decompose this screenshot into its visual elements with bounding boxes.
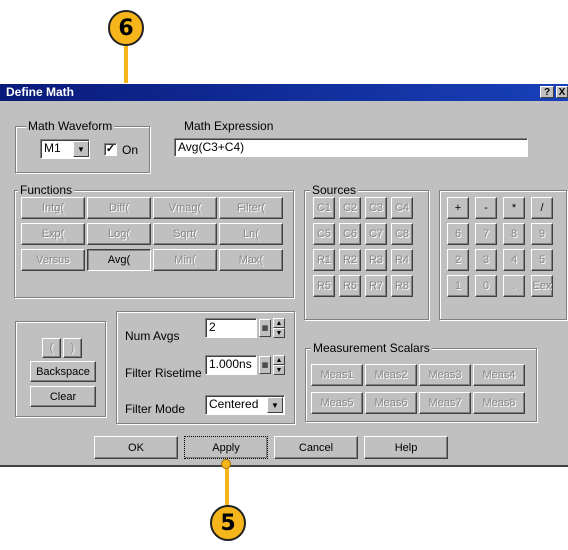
close-button[interactable]: X bbox=[556, 86, 568, 98]
function-intg-button[interactable]: Intg( bbox=[21, 197, 85, 219]
function-max-button[interactable]: Max( bbox=[219, 249, 283, 271]
meas-meas7-button[interactable]: Meas7 bbox=[419, 392, 471, 414]
filter-risetime-keypad-icon[interactable]: ▦ bbox=[259, 356, 271, 374]
function-sqrt-button[interactable]: Sqrt( bbox=[153, 223, 217, 245]
dialog-titlebar: Define Math bbox=[0, 84, 568, 101]
meas-meas4-button[interactable]: Meas4 bbox=[473, 364, 525, 386]
source-r8-button[interactable]: R8 bbox=[391, 275, 413, 297]
source-c2-button[interactable]: C2 bbox=[339, 197, 361, 219]
on-checkbox[interactable]: ✓ bbox=[104, 143, 117, 156]
meas-meas1-button[interactable]: Meas1 bbox=[311, 364, 363, 386]
source-r3-button[interactable]: R3 bbox=[365, 249, 387, 271]
source-r7-button[interactable]: R7 bbox=[365, 275, 387, 297]
meas-meas2-button[interactable]: Meas2 bbox=[365, 364, 417, 386]
meas-meas8-button[interactable]: Meas8 bbox=[473, 392, 525, 414]
close-paren-button[interactable]: ) bbox=[63, 338, 82, 358]
num-avgs-down-arrow[interactable]: ▼ bbox=[273, 328, 285, 338]
filter-risetime-label: Filter Risetime bbox=[125, 366, 202, 380]
function-avg-button[interactable]: Avg( bbox=[87, 249, 151, 271]
key-9-button[interactable]: 9 bbox=[531, 223, 553, 245]
define-math-dialog: Define Math ? X Math Waveform M1 ▼ ✓ On … bbox=[0, 83, 568, 467]
dialog-title: Define Math bbox=[6, 85, 75, 99]
callout-5-dot bbox=[221, 459, 231, 469]
filter-mode-label: Filter Mode bbox=[125, 402, 186, 416]
source-r2-button[interactable]: R2 bbox=[339, 249, 361, 271]
measurement-scalars-label: Measurement Scalars bbox=[311, 341, 432, 355]
math-expression-input[interactable]: Avg(C3+C4) bbox=[174, 138, 528, 157]
math-expression-label: Math Expression bbox=[184, 119, 274, 133]
meas-meas6-button[interactable]: Meas6 bbox=[365, 392, 417, 414]
on-label: On bbox=[122, 143, 139, 157]
sources-label: Sources bbox=[310, 183, 359, 197]
callout-5: 5 bbox=[210, 505, 246, 541]
filter-risetime-input[interactable]: 1.000ns bbox=[205, 355, 257, 375]
source-c4-button[interactable]: C4 bbox=[391, 197, 413, 219]
key-2-button[interactable]: 2 bbox=[447, 249, 469, 271]
function-exp-button[interactable]: Exp( bbox=[21, 223, 85, 245]
function-versus-button[interactable]: Versus bbox=[21, 249, 85, 271]
source-c5-button[interactable]: C5 bbox=[313, 223, 335, 245]
key-7-button[interactable]: 7 bbox=[475, 223, 497, 245]
functions-label: Functions bbox=[18, 183, 75, 197]
source-c3-button[interactable]: C3 bbox=[365, 197, 387, 219]
callout-6: 6 bbox=[108, 10, 144, 46]
filter-mode-dropdown-arrow[interactable]: ▼ bbox=[267, 397, 283, 413]
filter-risetime-up-arrow[interactable]: ▲ bbox=[273, 355, 285, 365]
source-c8-button[interactable]: C8 bbox=[391, 223, 413, 245]
key-4-button[interactable]: 4 bbox=[503, 249, 525, 271]
key-sym-button[interactable]: * bbox=[503, 197, 525, 219]
math-expression-value: Avg(C3+C4) bbox=[178, 140, 245, 154]
key-sym-button[interactable]: - bbox=[475, 197, 497, 219]
key-5-button[interactable]: 5 bbox=[531, 249, 553, 271]
source-c7-button[interactable]: C7 bbox=[365, 223, 387, 245]
ok-button[interactable]: OK bbox=[94, 436, 178, 459]
function-diff-button[interactable]: Diff( bbox=[87, 197, 151, 219]
function-min-button[interactable]: Min( bbox=[153, 249, 217, 271]
help-title-button[interactable]: ? bbox=[540, 86, 554, 98]
cancel-button[interactable]: Cancel bbox=[274, 436, 358, 459]
function-vmag-button[interactable]: Vmag( bbox=[153, 197, 217, 219]
num-avgs-keypad-icon[interactable]: ▦ bbox=[259, 319, 271, 337]
filter-risetime-down-arrow[interactable]: ▼ bbox=[273, 365, 285, 375]
meas-meas3-button[interactable]: Meas3 bbox=[419, 364, 471, 386]
apply-button[interactable]: Apply bbox=[184, 436, 268, 459]
help-button[interactable]: Help bbox=[364, 436, 448, 459]
key-sym-button[interactable]: + bbox=[447, 197, 469, 219]
key-eex-button[interactable]: Eex bbox=[531, 275, 553, 297]
source-r4-button[interactable]: R4 bbox=[391, 249, 413, 271]
key-0-button[interactable]: 0 bbox=[475, 275, 497, 297]
math-waveform-dropdown-arrow[interactable]: ▼ bbox=[73, 141, 89, 157]
callout-5-leader bbox=[225, 464, 229, 508]
function-filter-button[interactable]: Filter( bbox=[219, 197, 283, 219]
source-r6-button[interactable]: R6 bbox=[339, 275, 361, 297]
source-c6-button[interactable]: C6 bbox=[339, 223, 361, 245]
num-avgs-value: 2 bbox=[209, 320, 216, 334]
key-6-button[interactable]: 6 bbox=[447, 223, 469, 245]
function-ln-button[interactable]: Ln( bbox=[219, 223, 283, 245]
num-avgs-up-arrow[interactable]: ▲ bbox=[273, 318, 285, 328]
source-c1-button[interactable]: C1 bbox=[313, 197, 335, 219]
key-sym-button[interactable]: . bbox=[503, 275, 525, 297]
math-waveform-label: Math Waveform bbox=[26, 119, 115, 133]
clear-button[interactable]: Clear bbox=[30, 386, 96, 407]
key-sym-button[interactable]: / bbox=[531, 197, 553, 219]
function-log-button[interactable]: Log( bbox=[87, 223, 151, 245]
meas-meas5-button[interactable]: Meas5 bbox=[311, 392, 363, 414]
key-8-button[interactable]: 8 bbox=[503, 223, 525, 245]
backspace-button[interactable]: Backspace bbox=[30, 361, 96, 382]
math-waveform-value: M1 bbox=[44, 141, 61, 155]
filter-mode-value: Centered bbox=[209, 397, 259, 411]
key-1-button[interactable]: 1 bbox=[447, 275, 469, 297]
open-paren-button[interactable]: ( bbox=[42, 338, 61, 358]
filter-risetime-value: 1.000ns bbox=[209, 357, 252, 371]
num-avgs-label: Num Avgs bbox=[125, 329, 180, 343]
source-r1-button[interactable]: R1 bbox=[313, 249, 335, 271]
num-avgs-input[interactable]: 2 bbox=[205, 318, 257, 338]
source-r5-button[interactable]: R5 bbox=[313, 275, 335, 297]
key-3-button[interactable]: 3 bbox=[475, 249, 497, 271]
